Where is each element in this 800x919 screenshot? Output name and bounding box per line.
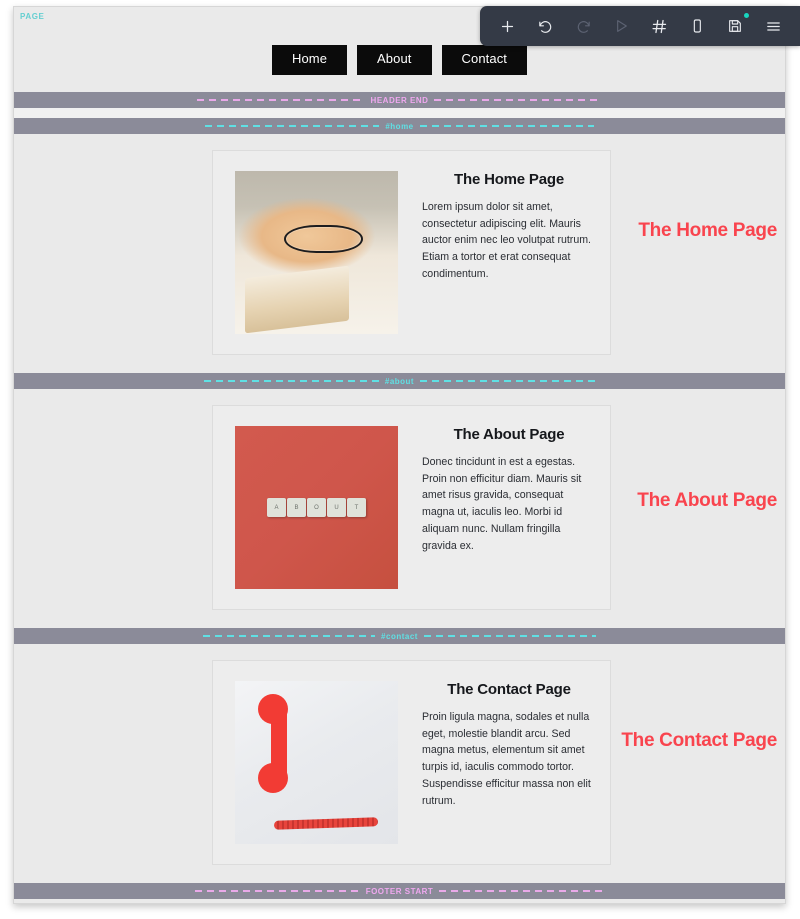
rail-dash-left <box>204 380 379 382</box>
home-image <box>235 171 398 334</box>
main-navigation: Home About Contact <box>14 45 785 75</box>
rail-header-end-label: HEADER END <box>370 95 429 105</box>
save-unsaved-badge <box>744 13 749 18</box>
tile-b: B <box>287 498 306 517</box>
tile-o: O <box>307 498 326 517</box>
home-card-text: Lorem ipsum dolor sit amet, consectetur … <box>422 201 591 280</box>
contact-red-heading: The Contact Page <box>621 730 777 751</box>
tile-a: A <box>267 498 286 517</box>
section-about: A B O U T The About Page Donec tincidunt… <box>14 389 785 628</box>
undo-icon[interactable] <box>530 11 560 41</box>
add-icon[interactable] <box>492 11 522 41</box>
rail-dash-right <box>420 380 595 382</box>
save-icon[interactable] <box>720 11 750 41</box>
rail-gap <box>14 108 785 118</box>
rail-dash-left <box>202 635 376 637</box>
about-card-title: The About Page <box>453 426 565 443</box>
rail-contact-label: #contact <box>381 631 418 641</box>
tile-u: U <box>327 498 346 517</box>
card-contact[interactable]: The Contact Page Proin ligula magna, sod… <box>212 660 611 865</box>
about-card-text: Donec tincidunt in est a egestas. Proin … <box>422 456 582 552</box>
rail-anchor-contact: #contact <box>14 628 785 644</box>
nav-item-about[interactable]: About <box>357 45 432 75</box>
nav-item-contact[interactable]: Contact <box>441 45 528 75</box>
rail-dash-left <box>194 890 360 892</box>
contact-image <box>235 681 398 844</box>
editor-toolbar <box>480 6 800 46</box>
home-card-title: The Home Page <box>454 171 564 188</box>
editor-root: PAGE Home About Contact HEADER END #home <box>0 0 800 919</box>
home-card-body: The Home Page Lorem ipsum dolor sit amet… <box>398 171 610 283</box>
nav-item-home[interactable]: Home <box>271 45 348 75</box>
mobile-icon[interactable] <box>682 11 712 41</box>
page-canvas: PAGE Home About Contact HEADER END #home <box>13 6 786 904</box>
about-card-body: The About Page Donec tincidunt in est a … <box>398 426 610 554</box>
section-contact: The Contact Page Proin ligula magna, sod… <box>14 644 785 883</box>
rail-home-label: #home <box>385 121 414 131</box>
rail-anchor-about: #about <box>14 373 785 389</box>
rail-anchor-home: #home <box>14 118 785 134</box>
rail-dash-right <box>434 99 602 101</box>
rail-dash-right <box>419 125 595 127</box>
tile-t: T <box>347 498 366 517</box>
rail-footer-start: FOOTER START <box>14 883 785 899</box>
section-home: The Home Page Lorem ipsum dolor sit amet… <box>14 134 785 373</box>
handset-mouthpiece <box>257 762 288 793</box>
about-image: A B O U T <box>235 426 398 589</box>
card-about[interactable]: A B O U T The About Page Donec tincidunt… <box>212 405 611 610</box>
rail-footer-start-label: FOOTER START <box>365 886 434 896</box>
home-red-heading: The Home Page <box>638 220 777 241</box>
rail-dash-right <box>423 635 597 637</box>
rail-dash-left <box>197 99 365 101</box>
menu-icon[interactable] <box>758 11 788 41</box>
redo-icon[interactable] <box>568 11 598 41</box>
contact-card-body: The Contact Page Proin ligula magna, sod… <box>398 681 610 809</box>
handset-earpiece <box>257 694 288 725</box>
card-home[interactable]: The Home Page Lorem ipsum dolor sit amet… <box>212 150 611 355</box>
contact-card-title: The Contact Page <box>447 681 571 698</box>
handset-cord <box>273 816 379 830</box>
hash-icon[interactable] <box>644 11 674 41</box>
page-label: PAGE <box>20 12 45 21</box>
rail-about-label: #about <box>384 376 415 386</box>
preview-play-icon[interactable] <box>606 11 636 41</box>
about-red-heading: The About Page <box>637 490 777 511</box>
rail-dash-left <box>204 125 380 127</box>
site-footer: The Footer @ MakingThatWebsite <box>14 899 785 903</box>
rail-header-end: HEADER END <box>14 92 785 108</box>
contact-card-text: Proin ligula magna, sodales et nulla ege… <box>422 711 591 807</box>
rail-dash-right <box>439 890 605 892</box>
